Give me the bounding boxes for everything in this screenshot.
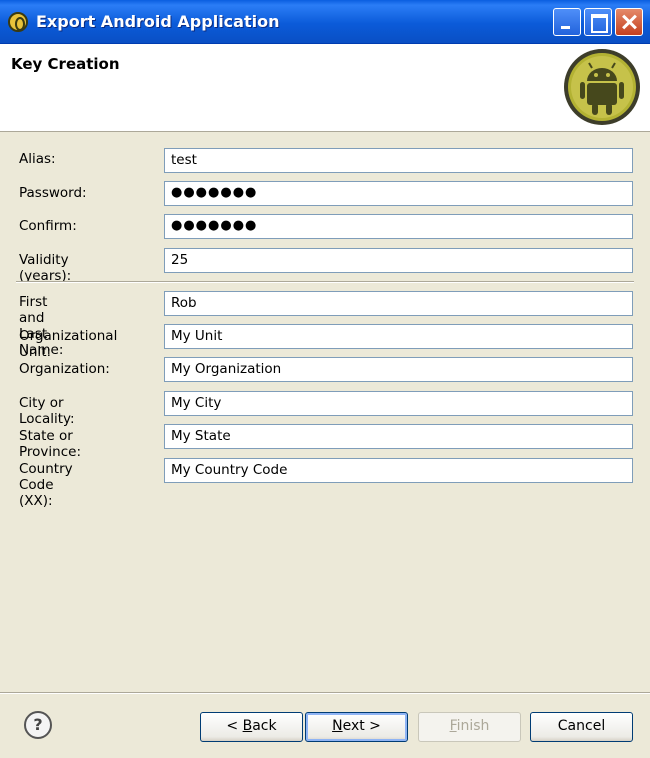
state-label: State or Province:: [19, 428, 81, 460]
password-label: Password:: [19, 185, 87, 201]
back-rest: ack: [252, 718, 277, 734]
button-bar-divider: [0, 692, 650, 694]
cancel-button[interactable]: Cancel: [530, 712, 633, 742]
organization-label: Organization:: [19, 361, 110, 377]
city-field[interactable]: My City: [164, 391, 633, 416]
password-field[interactable]: ●●●●●●●: [164, 181, 633, 206]
page-title: Key Creation: [11, 55, 120, 73]
finish-rest: inish: [456, 718, 490, 734]
section-divider: [16, 281, 634, 283]
org-unit-field[interactable]: My Unit: [164, 324, 633, 349]
name-field[interactable]: Rob: [164, 291, 633, 316]
android-logo-icon: [564, 49, 640, 125]
confirm-label: Confirm:: [19, 218, 77, 234]
next-rest: ext >: [342, 718, 381, 734]
back-button[interactable]: < Back: [200, 712, 303, 742]
validity-label: Validity (years):: [19, 252, 72, 284]
help-icon[interactable]: ?: [24, 711, 52, 739]
finish-button[interactable]: Finish: [418, 712, 521, 742]
alias-field[interactable]: test: [164, 148, 633, 173]
window-title: Export Android Application: [36, 12, 280, 31]
maximize-button[interactable]: [584, 8, 612, 36]
organization-field[interactable]: My Organization: [164, 357, 633, 382]
validity-field[interactable]: 25: [164, 248, 633, 273]
alias-label: Alias:: [19, 151, 56, 167]
city-label: City or Locality:: [19, 395, 75, 427]
country-code-field[interactable]: My Country Code: [164, 458, 633, 483]
title-bar[interactable]: Export Android Application: [0, 0, 650, 44]
eclipse-icon: [8, 12, 28, 32]
wizard-banner: Key Creation: [0, 44, 650, 132]
close-button[interactable]: [615, 8, 643, 36]
back-prefix: <: [226, 718, 243, 734]
back-mnemonic: B: [242, 718, 253, 734]
next-mnemonic: N: [332, 718, 343, 734]
confirm-field[interactable]: ●●●●●●●: [164, 214, 633, 239]
country-code-label: Country Code (XX):: [19, 461, 73, 509]
finish-mnemonic: F: [449, 718, 457, 734]
minimize-button[interactable]: [553, 8, 581, 36]
state-field[interactable]: My State: [164, 424, 633, 449]
next-button[interactable]: Next >: [305, 712, 408, 742]
org-unit-label: Organizational Unit:: [19, 328, 118, 360]
